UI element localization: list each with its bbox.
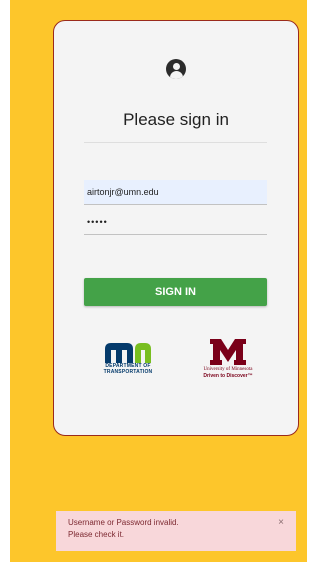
error-message-line2: Please check it. xyxy=(68,530,125,539)
login-card: Please sign in SIGN IN DEPARTMENT OF TRA… xyxy=(53,20,299,436)
mndot-mark-icon xyxy=(105,343,151,363)
page-title: Please sign in xyxy=(123,110,229,129)
divider xyxy=(84,142,267,143)
mndot-logo: DEPARTMENT OF TRANSPORTATION xyxy=(94,343,162,375)
error-toast: Username or Password invalid. Please che… xyxy=(56,511,296,551)
umn-tagline: Driven to Discover™ xyxy=(203,373,253,379)
umn-logo: University of Minnesota Driven to Discov… xyxy=(184,339,272,379)
account-circle-icon xyxy=(166,59,186,79)
password-field[interactable] xyxy=(84,210,267,235)
close-icon[interactable]: × xyxy=(278,517,284,529)
mndot-text-line2: TRANSPORTATION xyxy=(103,369,153,375)
error-message-line1: Username or Password invalid. xyxy=(68,518,179,527)
umn-block-m-icon xyxy=(210,339,246,365)
email-field[interactable] xyxy=(84,180,267,205)
sign-in-button[interactable]: SIGN IN xyxy=(84,278,267,306)
